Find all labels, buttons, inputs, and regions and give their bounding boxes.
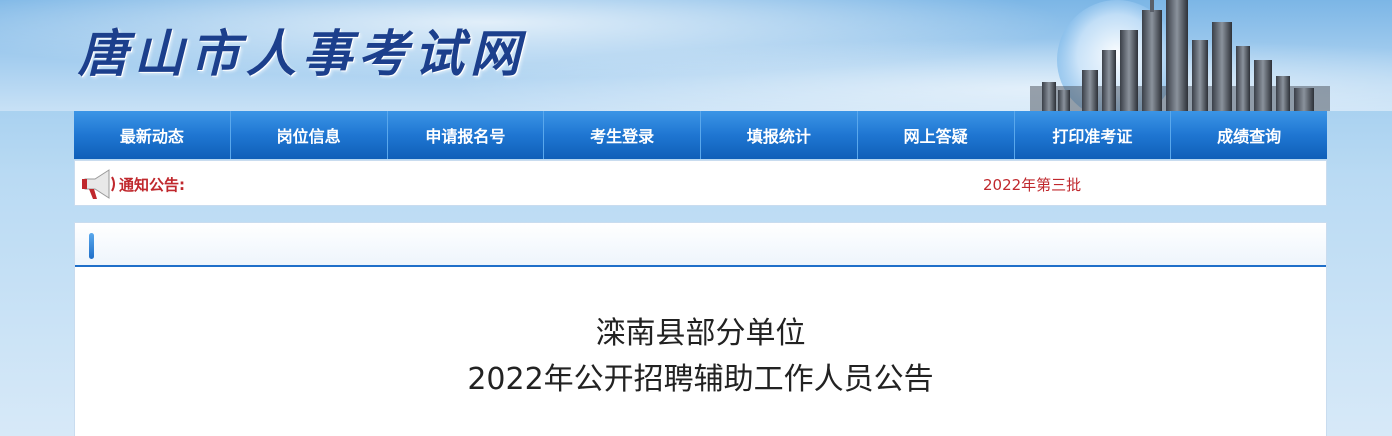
main-nav: 最新动态 岗位信息 申请报名号 考生登录 填报统计 网上答疑 打印准考证 成绩查… bbox=[74, 111, 1327, 159]
nav-item-latest-news[interactable]: 最新动态 bbox=[74, 111, 231, 159]
city-skyline-image bbox=[1030, 0, 1330, 111]
nav-item-position-info[interactable]: 岗位信息 bbox=[231, 111, 388, 159]
notice-ticker: 2022年第三批 bbox=[335, 169, 1155, 199]
article-title: 滦南县部分单位 2022年公开招聘辅助工作人员公告 bbox=[75, 311, 1326, 403]
megaphone-icon bbox=[82, 169, 115, 199]
panel-header bbox=[75, 223, 1326, 267]
nav-item-score-query[interactable]: 成绩查询 bbox=[1171, 111, 1327, 159]
article-title-line1: 滦南县部分单位 bbox=[595, 316, 806, 351]
panel-marker bbox=[89, 233, 94, 259]
article-title-line2: 2022年公开招聘辅助工作人员公告 bbox=[467, 362, 934, 397]
site-title[interactable]: 唐山市人事考试网 bbox=[78, 14, 526, 86]
nav-item-candidate-login[interactable]: 考生登录 bbox=[544, 111, 701, 159]
site-header: 唐山市人事考试网 bbox=[0, 0, 1392, 111]
content-panel: 滦南县部分单位 2022年公开招聘辅助工作人员公告 bbox=[74, 222, 1327, 436]
nav-item-apply-registration-number[interactable]: 申请报名号 bbox=[388, 111, 545, 159]
nav-item-print-admission-ticket[interactable]: 打印准考证 bbox=[1015, 111, 1172, 159]
notice-label: 通知公告: bbox=[119, 176, 185, 194]
nav-item-online-qa[interactable]: 网上答疑 bbox=[858, 111, 1015, 159]
notice-bar: 通知公告: 2022年第三批 bbox=[74, 160, 1327, 206]
notice-ticker-link[interactable]: 2022年第三批 bbox=[983, 174, 1081, 195]
nav-item-registration-stats[interactable]: 填报统计 bbox=[701, 111, 858, 159]
